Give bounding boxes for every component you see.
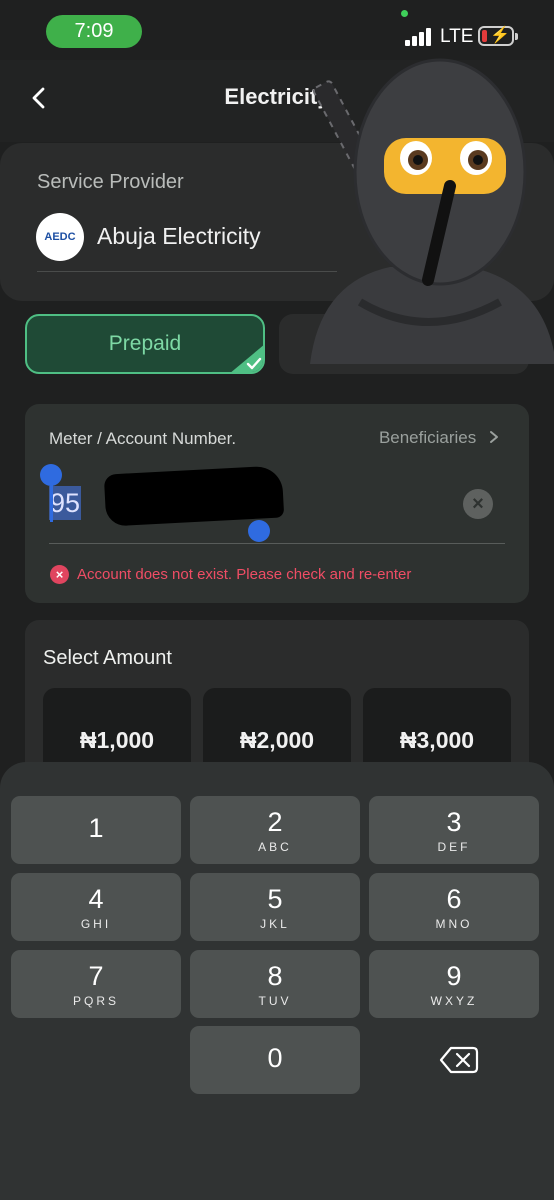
clear-icon[interactable]: × xyxy=(463,489,493,519)
key-letters: DEF xyxy=(437,840,471,854)
key-letters: WXYZ xyxy=(430,994,478,1008)
provider-logo: AEDC xyxy=(36,213,84,261)
key-letters: MNO xyxy=(435,917,473,931)
divider xyxy=(37,271,337,272)
key-digit: 4 xyxy=(88,884,104,914)
redaction-mark xyxy=(103,465,285,527)
key-digit: 9 xyxy=(446,961,462,991)
key-8[interactable]: 8 TUV xyxy=(190,950,360,1018)
meter-number-input[interactable]: 95 xyxy=(49,486,82,520)
key-digit: 5 xyxy=(267,884,283,914)
backspace-icon xyxy=(439,1046,479,1074)
meter-number-label: Meter / Account Number. xyxy=(49,429,237,448)
input-underline xyxy=(49,543,505,544)
network-type: LTE xyxy=(440,26,474,47)
key-letters: ABC xyxy=(258,840,292,854)
key-2[interactable]: 2 ABC xyxy=(190,796,360,864)
meter-number-value: 95 xyxy=(49,486,82,520)
key-3[interactable]: 3 DEF xyxy=(369,796,539,864)
service-provider-label: Service Provider xyxy=(37,171,184,193)
selection-handle-end[interactable] xyxy=(248,520,270,542)
select-amount-title: Select Amount xyxy=(43,647,172,669)
key-digit: 7 xyxy=(88,961,104,991)
key-letters: JKL xyxy=(260,917,290,931)
beneficiaries-link[interactable]: Beneficiaries xyxy=(379,428,501,448)
key-digit: 2 xyxy=(267,807,283,837)
selected-corner xyxy=(229,344,263,372)
key-4[interactable]: 4 GHI xyxy=(11,873,181,941)
tab-prepaid-label: Prepaid xyxy=(108,332,182,355)
numeric-keypad: 1 2 ABC 3 DEF 4 GHI 5 JKL 6 MNO 7 PQRS 8… xyxy=(0,762,554,1200)
tab-prepaid[interactable]: Prepaid xyxy=(25,314,265,374)
key-letters: PQRS xyxy=(72,994,119,1008)
error-message: Account does not exist. Please check and… xyxy=(77,566,412,583)
key-5[interactable]: 5 JKL xyxy=(190,873,360,941)
key-7[interactable]: 7 PQRS xyxy=(11,950,181,1018)
battery-icon: ⚡ xyxy=(478,26,518,46)
selection-handle-start[interactable] xyxy=(40,464,62,486)
key-0[interactable]: 0 xyxy=(190,1026,360,1094)
error-icon: × xyxy=(50,565,69,584)
key-digit: 0 xyxy=(267,1043,283,1073)
key-letters: GHI xyxy=(80,917,112,931)
key-letters: TUV xyxy=(258,994,292,1008)
key-1[interactable]: 1 xyxy=(11,796,181,864)
key-6[interactable]: 6 MNO xyxy=(369,873,539,941)
signal-icon xyxy=(405,28,437,46)
beneficiaries-label: Beneficiaries xyxy=(378,428,477,447)
meter-number-card: Meter / Account Number. Beneficiaries 95… xyxy=(25,404,529,603)
ninja-avatar-sticker xyxy=(310,58,554,364)
selection-caret xyxy=(50,482,53,522)
key-digit: 1 xyxy=(88,813,104,843)
key-digit: 8 xyxy=(267,961,283,991)
provider-name: Abuja Electricity xyxy=(97,223,261,249)
privacy-indicator-dot xyxy=(401,10,408,17)
status-time: 7:09 xyxy=(46,15,142,48)
backspace-button[interactable] xyxy=(369,1026,539,1094)
key-digit: 3 xyxy=(446,807,462,837)
key-9[interactable]: 9 WXYZ xyxy=(369,950,539,1018)
checkmark-icon xyxy=(246,357,262,370)
key-digit: 6 xyxy=(446,884,462,914)
chevron-right-icon xyxy=(490,431,498,443)
